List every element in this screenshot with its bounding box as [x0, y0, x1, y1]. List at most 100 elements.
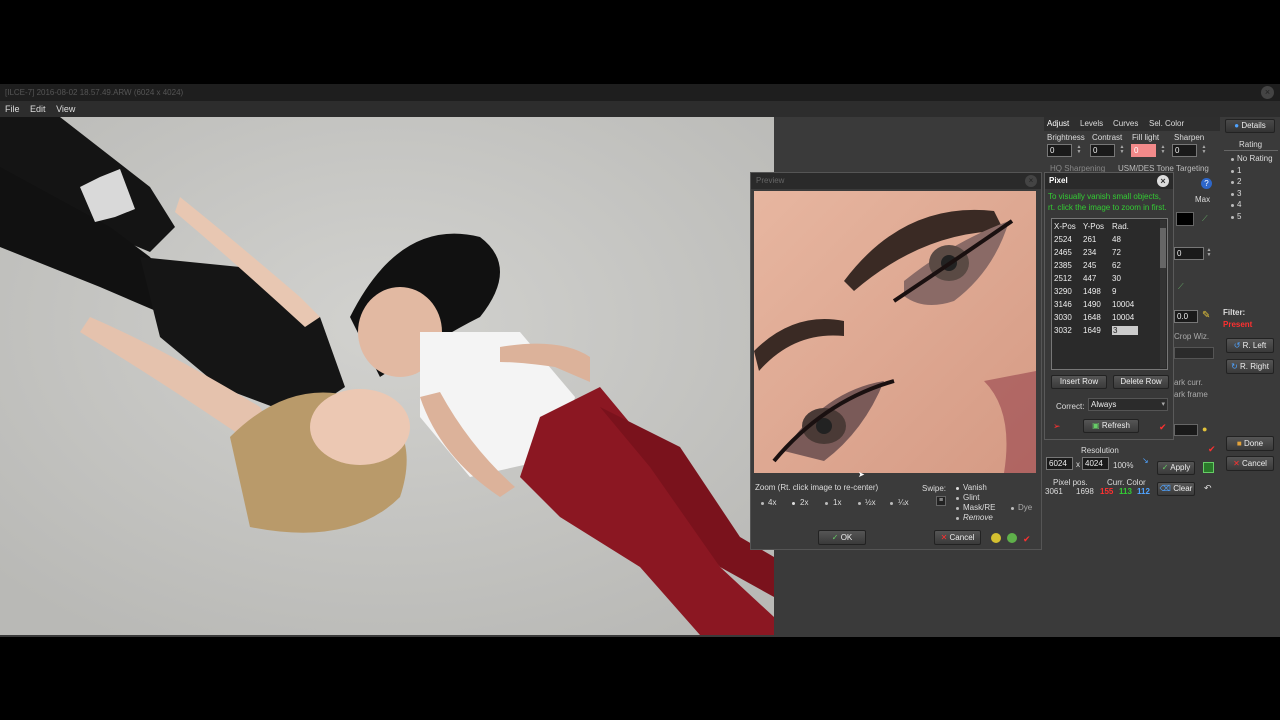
insert-row-button[interactable]: Insert Row: [1051, 375, 1107, 389]
pixel-table-scrollbar[interactable]: [1160, 220, 1166, 368]
cell-y[interactable]: 1490: [1083, 298, 1112, 311]
red-arrow-icon[interactable]: ➢: [1053, 421, 1061, 432]
table-row[interactable]: 3146 1490 10004: [1054, 298, 1152, 311]
rating-5[interactable]: 5: [1237, 212, 1241, 221]
close-window-icon[interactable]: ×: [1261, 86, 1274, 99]
done-button[interactable]: ■ Done: [1226, 436, 1274, 451]
swipe-vanish[interactable]: Vanish: [963, 483, 987, 492]
cell-y[interactable]: 447: [1083, 272, 1112, 285]
cell-rad[interactable]: 3: [1112, 324, 1152, 337]
rating-radio-3[interactable]: [1231, 193, 1234, 196]
zoom-half[interactable]: ½x: [865, 498, 876, 507]
cell-y[interactable]: 261: [1083, 233, 1112, 246]
zoom-quarter[interactable]: ¼x: [898, 498, 909, 507]
zoom-radio-2x[interactable]: [792, 502, 795, 505]
behind-decimal-field[interactable]: 0.0: [1174, 310, 1198, 323]
cell-y[interactable]: 1648: [1083, 311, 1112, 324]
cell-rad[interactable]: 30: [1112, 272, 1152, 285]
cell-rad[interactable]: 72: [1112, 246, 1152, 259]
rating-1[interactable]: 1: [1237, 166, 1241, 175]
undo-icon[interactable]: ↶: [1204, 483, 1212, 494]
cell-x[interactable]: 3146: [1054, 298, 1083, 311]
tab-adjust[interactable]: Adjust: [1047, 119, 1069, 128]
zoom-4x[interactable]: 4x: [768, 498, 776, 507]
green-badge-icon[interactable]: [1007, 533, 1017, 543]
brightness-spin-icon[interactable]: ▲ ▼: [1076, 145, 1082, 156]
table-row[interactable]: 2385 245 62: [1054, 259, 1152, 272]
zoom-radio-half[interactable]: [858, 502, 861, 505]
lock-aspect-icon[interactable]: ↘: [1142, 456, 1149, 465]
table-row[interactable]: 3030 1648 10004: [1054, 311, 1152, 324]
cell-y[interactable]: 1649: [1083, 324, 1112, 337]
clear-button[interactable]: ⌫ Clear: [1157, 482, 1195, 496]
menu-view[interactable]: View: [56, 104, 75, 114]
cell-x[interactable]: 2512: [1054, 272, 1083, 285]
tab-curves[interactable]: Curves: [1113, 119, 1138, 128]
bulb-icon[interactable]: ●: [1202, 424, 1207, 434]
cell-x[interactable]: 3032: [1054, 324, 1083, 337]
main-image[interactable]: [0, 117, 774, 635]
sharpen-spin-icon[interactable]: ▲ ▼: [1201, 145, 1207, 156]
swipe-radio-remove[interactable]: [956, 517, 959, 520]
cell-rad[interactable]: 62: [1112, 259, 1152, 272]
zoom-1x[interactable]: 1x: [833, 498, 841, 507]
details-button[interactable]: ● Details: [1225, 119, 1275, 133]
table-row[interactable]: 2512 447 30: [1054, 272, 1152, 285]
zoom-radio-quarter[interactable]: [890, 502, 893, 505]
fill-light-spin-icon[interactable]: ▲ ▼: [1160, 145, 1166, 156]
ok-button[interactable]: ✓ OK: [818, 530, 866, 545]
rating-4[interactable]: 4: [1237, 200, 1241, 209]
rating-no-rating[interactable]: No Rating: [1237, 154, 1273, 163]
scrollbar-thumb[interactable]: [1160, 228, 1166, 268]
zoom-2x[interactable]: 2x: [800, 498, 808, 507]
behind-input-field[interactable]: [1174, 424, 1198, 436]
rating-radio-1[interactable]: [1231, 170, 1234, 173]
behind-spin-icon[interactable]: ▲ ▼: [1206, 248, 1212, 259]
menu-file[interactable]: File: [5, 104, 20, 114]
cell-x[interactable]: 3290: [1054, 285, 1083, 298]
cell-rad[interactable]: 48: [1112, 233, 1152, 246]
check-red-icon[interactable]: ✔: [1208, 444, 1216, 455]
table-row[interactable]: 2524 261 48: [1054, 233, 1152, 246]
cell-x[interactable]: 2385: [1054, 259, 1083, 272]
refresh-button[interactable]: ▣ Refresh: [1083, 419, 1139, 433]
table-row[interactable]: 3032 1649 3: [1054, 324, 1152, 337]
swipe-mask-re[interactable]: Mask/RE: [963, 503, 995, 512]
fill-light-input[interactable]: 0: [1131, 144, 1156, 157]
red-check-icon[interactable]: ✔: [1023, 534, 1031, 545]
delete-row-button[interactable]: Delete Row: [1113, 375, 1169, 389]
cell-rad[interactable]: 10004: [1112, 311, 1152, 324]
pixel-close-icon[interactable]: ×: [1157, 175, 1169, 187]
mark-frame-label[interactable]: ark frame: [1174, 390, 1208, 399]
cell-x[interactable]: 3030: [1054, 311, 1083, 324]
behind-dropdown[interactable]: [1174, 347, 1214, 359]
rating-radio-4[interactable]: [1231, 204, 1234, 207]
mark-curr-label[interactable]: ark curr.: [1174, 378, 1203, 387]
preview-zoom-image[interactable]: [754, 191, 1036, 473]
brush-icon[interactable]: ⟋: [1178, 282, 1184, 292]
cell-rad[interactable]: 9: [1112, 285, 1152, 298]
brightness-input[interactable]: 0: [1047, 144, 1072, 157]
resolution-width-input[interactable]: 6024: [1046, 457, 1073, 470]
rating-3[interactable]: 3: [1237, 189, 1241, 198]
rotate-left-button[interactable]: ↺ R. Left: [1226, 338, 1274, 353]
apply-button[interactable]: ✓ Apply: [1157, 461, 1195, 475]
filter-value[interactable]: Present: [1223, 320, 1252, 329]
tab-sel-color[interactable]: Sel. Color: [1149, 119, 1184, 128]
contrast-spin-icon[interactable]: ▲ ▼: [1119, 145, 1125, 156]
pixel-check-icon[interactable]: ✔: [1159, 422, 1167, 433]
menu-edit[interactable]: Edit: [30, 104, 46, 114]
swipe-menu-icon[interactable]: ≡: [936, 496, 946, 506]
correct-select[interactable]: Always ▾: [1088, 398, 1168, 411]
swipe-radio-vanish[interactable]: [956, 487, 959, 490]
rating-radio-none[interactable]: [1231, 158, 1234, 161]
preview-cancel-button[interactable]: ✕ Cancel: [934, 530, 981, 545]
rating-radio-2[interactable]: [1231, 181, 1234, 184]
behind-value-field[interactable]: 0: [1174, 247, 1204, 260]
swipe-radio-glint[interactable]: [956, 497, 959, 500]
cell-y[interactable]: 1498: [1083, 285, 1112, 298]
swipe-remove[interactable]: Remove: [963, 513, 993, 522]
resolution-height-input[interactable]: 4024: [1082, 457, 1109, 470]
dye-label[interactable]: Dye: [1018, 503, 1032, 512]
zoom-radio-4x[interactable]: [761, 502, 764, 505]
